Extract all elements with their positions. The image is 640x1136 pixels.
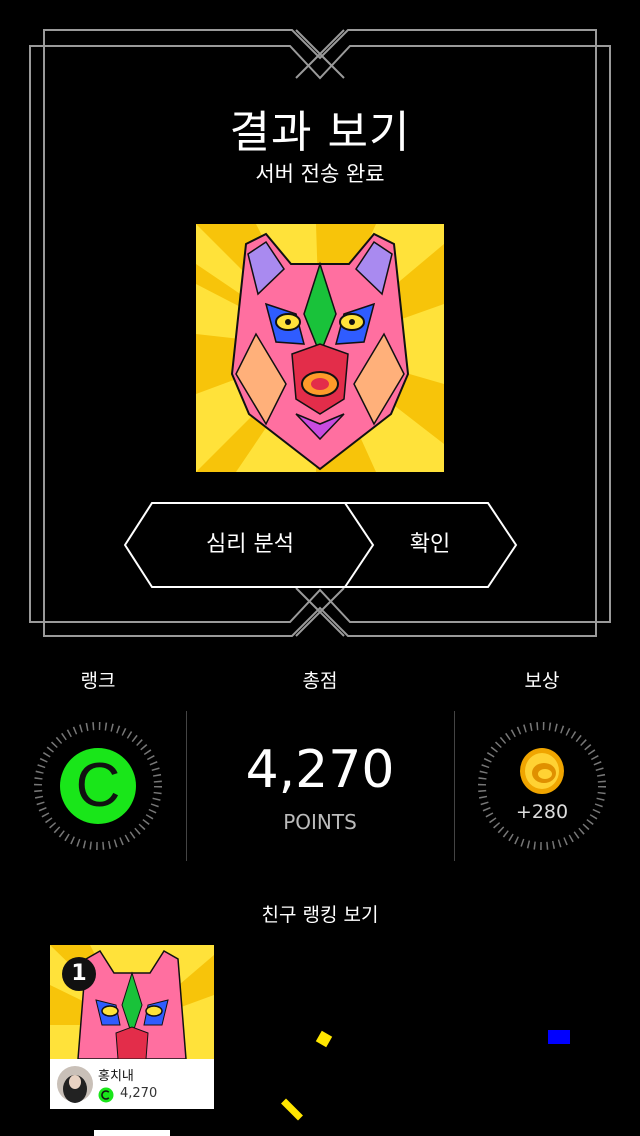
confirm-button-label: 확인	[409, 532, 451, 557]
friend-avatar	[57, 1066, 93, 1103]
friend-rank-c-icon	[98, 1087, 114, 1103]
reward-value: +280	[515, 801, 569, 823]
wolf-art-icon	[196, 224, 444, 472]
reward-label: 보상	[524, 670, 560, 692]
page-subtitle: 서버 전송 완료	[255, 162, 385, 186]
confetti-yellow	[315, 1030, 333, 1048]
confetti-yellow-2	[281, 1098, 303, 1121]
total-score-value: 4,270	[245, 740, 395, 800]
friend-name: 홍치내	[98, 1069, 134, 1084]
stat-divider-right	[454, 711, 455, 861]
gold-coin-icon	[520, 748, 564, 794]
friends-ranking-link[interactable]: 친구 랭킹 보기	[0, 900, 640, 927]
total-score-unit: POINTS	[283, 810, 357, 834]
confetti-blue	[548, 1030, 570, 1044]
rank-label: 랭크	[80, 670, 116, 692]
analysis-button[interactable]: 심리 분석	[124, 502, 376, 588]
analysis-button-label: 심리 분석	[206, 532, 294, 557]
rank-value: C	[75, 751, 121, 820]
friend-rank-card[interactable]: 1 홍치내 4,270	[50, 945, 214, 1109]
bottom-indicator	[94, 1130, 170, 1136]
friend-rank-badge: 1	[62, 957, 96, 991]
friend-score: 4,270	[120, 1086, 158, 1101]
score-label: 총점	[302, 670, 338, 692]
confirm-button[interactable]: 확인	[344, 502, 518, 588]
page-title: 결과 보기	[229, 107, 411, 158]
